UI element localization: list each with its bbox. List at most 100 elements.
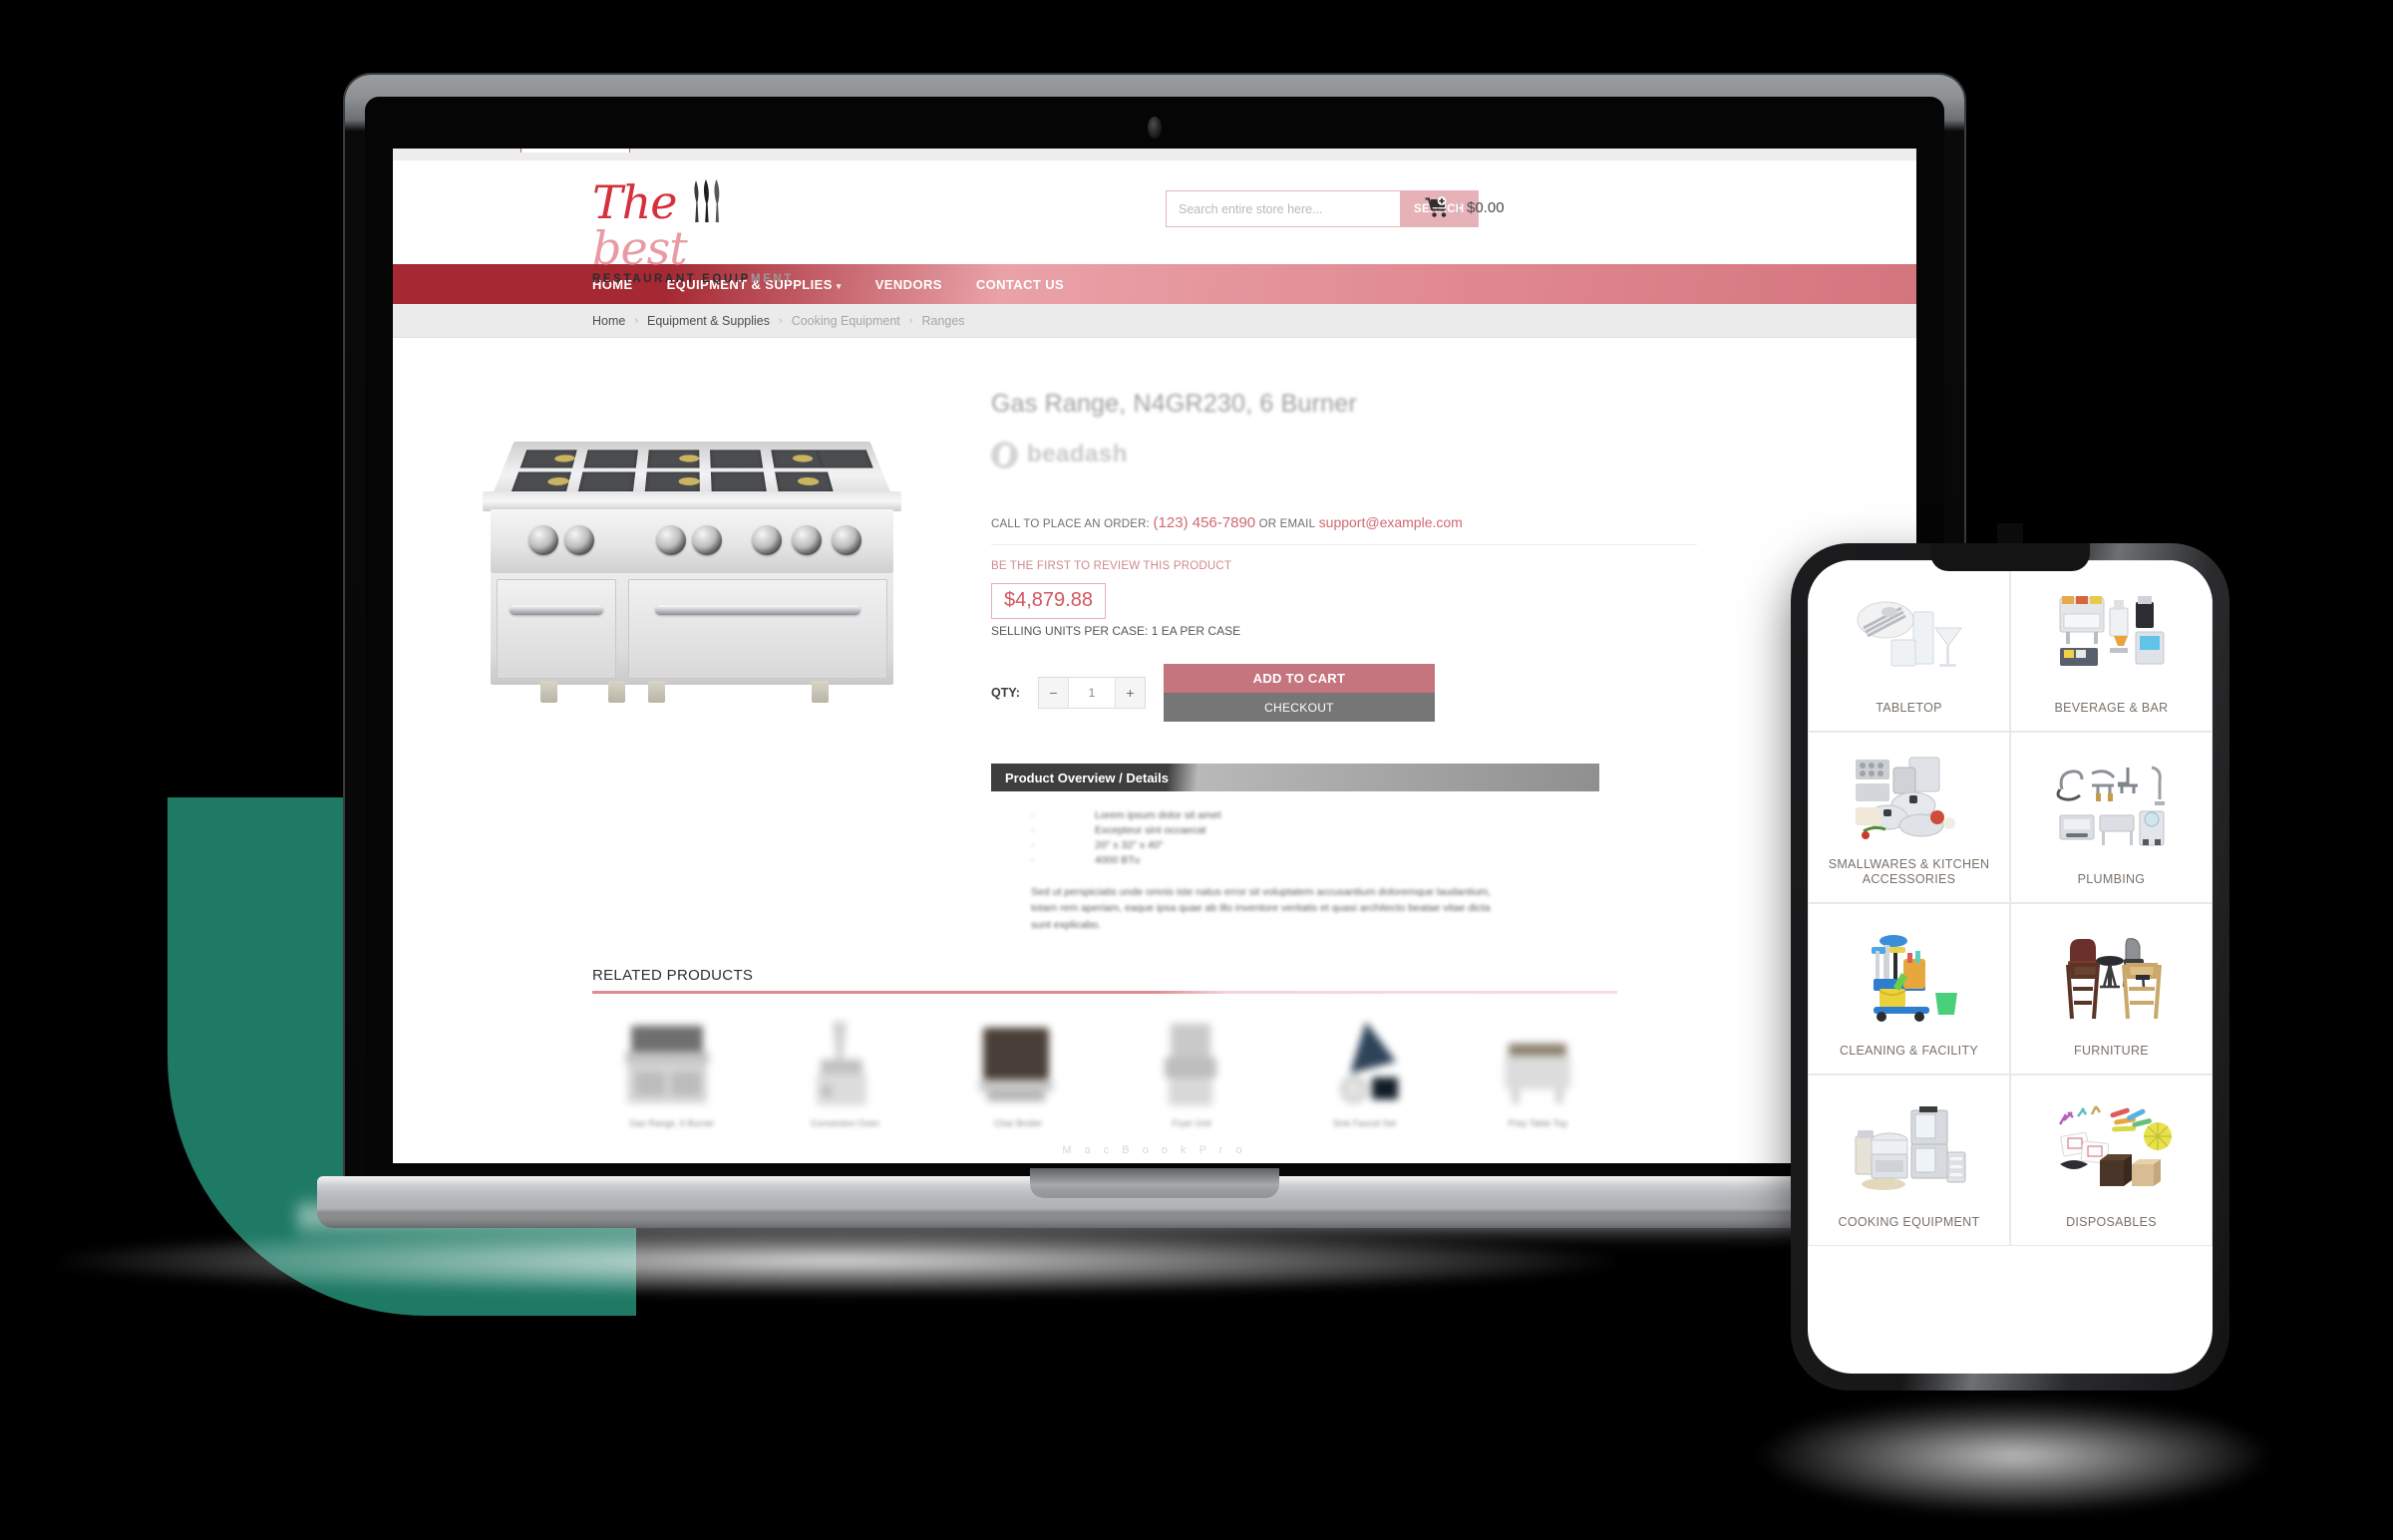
range-leg	[608, 681, 625, 703]
category-label: CLEANING & FACILITY	[1839, 1044, 1979, 1059]
breadcrumb-item-cooking-equipment[interactable]: Cooking Equipment	[792, 314, 900, 328]
related-product-thumbnail	[938, 1014, 1098, 1109]
related-products-section: RELATED PRODUCTS Gas Range, 6 Burner Con…	[592, 967, 1617, 1128]
mockup-stage: The best RESTAURANT EQUIPMENT Search ent…	[0, 0, 2393, 1540]
breadcrumb-item-equipment-supplies[interactable]: Equipment & Supplies	[647, 314, 770, 328]
write-review-link[interactable]: BE THE FIRST TO REVIEW THIS PRODUCT	[991, 560, 1697, 572]
phone-notch	[1930, 543, 2090, 571]
checkout-button[interactable]: CHECKOUT	[1163, 693, 1435, 722]
gas-burner	[678, 477, 700, 485]
beverage-bar-icon	[2019, 571, 2204, 701]
section-divider	[592, 990, 1617, 994]
burner-grate	[577, 471, 636, 492]
related-product-thumbnail	[1285, 1014, 1445, 1109]
product-overview-heading: Product Overview / Details	[1005, 770, 1170, 785]
oven-handle	[654, 605, 861, 616]
call-mid-label: OR EMAIL	[1258, 518, 1316, 530]
related-product-label: Fryer Unit	[1172, 1117, 1211, 1128]
category-cell-plumbing[interactable]: PLUMBING	[2010, 732, 2213, 903]
add-to-cart-button[interactable]: ADD TO CART	[1163, 664, 1435, 693]
related-product-thumbnail	[592, 1014, 752, 1109]
laptop-screen: The best RESTAURANT EQUIPMENT Search ent…	[393, 149, 1916, 1163]
range-control-panel	[491, 509, 893, 573]
cta-button-group: ADD TO CART CHECKOUT	[1163, 664, 1435, 722]
burner-grate	[583, 450, 638, 468]
call-prefix-label: CALL TO PLACE AN ORDER:	[991, 518, 1151, 530]
product-image-column	[393, 390, 991, 933]
related-product-label: Sink Faucet Set	[1332, 1117, 1397, 1128]
logo-best-text: best	[592, 221, 688, 275]
gas-range-product-image[interactable]	[483, 414, 901, 713]
laptop-lid: The best RESTAURANT EQUIPMENT Search ent…	[345, 75, 1964, 1201]
shopping-cart-plus-icon[interactable]	[1425, 196, 1451, 218]
category-cell-furniture[interactable]: FURNITURE	[2010, 903, 2213, 1075]
oven-door-right	[628, 579, 887, 679]
laptop-bezel: The best RESTAURANT EQUIPMENT Search ent…	[365, 97, 1944, 1185]
product-price: $4,879.88	[991, 583, 1106, 619]
order-phone-link[interactable]: (123) 456-7890	[1154, 514, 1256, 531]
tabletop-icon	[1817, 571, 2001, 701]
related-product-label: Convection Oven	[810, 1117, 880, 1128]
category-label: SMALLWARES & KITCHEN ACCESSORIES	[1828, 856, 1990, 887]
related-product-card[interactable]: Fryer Unit	[1112, 1014, 1271, 1128]
breadcrumb-item-ranges: Ranges	[921, 313, 965, 328]
nav-label: VENDORS	[874, 276, 942, 292]
site-logo[interactable]: The best RESTAURANT EQUIPMENT	[592, 176, 832, 285]
burner-grate	[710, 471, 767, 492]
quantity-increment-button[interactable]: +	[1114, 678, 1145, 708]
breadcrumb-item-home[interactable]: Home	[592, 314, 625, 328]
category-label: FURNITURE	[2074, 1044, 2149, 1059]
related-product-label: Char Broiler	[994, 1117, 1043, 1128]
browser-tab[interactable]	[520, 149, 630, 153]
laptop-mockup: The best RESTAURANT EQUIPMENT Search ent…	[297, 75, 2012, 1251]
quantity-label: QTY:	[991, 686, 1020, 700]
related-products-grid: Gas Range, 6 Burner Convection Oven Char…	[592, 1014, 1617, 1128]
category-cell-smallwares[interactable]: SMALLWARES & KITCHEN ACCESSORIES	[1808, 732, 2010, 903]
oven-door-left	[497, 579, 616, 679]
category-cell-disposables[interactable]: DISPOSABLES	[2010, 1075, 2213, 1246]
related-product-card[interactable]: Sink Faucet Set	[1285, 1014, 1445, 1128]
category-label: BEVERAGE & BAR	[2054, 701, 2169, 716]
product-brand-logo: beadash	[991, 441, 1697, 468]
category-cell-cooking-equipment[interactable]: COOKING EQUIPMENT	[1808, 1075, 2010, 1246]
category-cell-tabletop[interactable]: TABLETOP	[1808, 560, 2010, 732]
related-product-label: Prep Table Top	[1508, 1117, 1568, 1128]
product-overview-header: Product Overview / Details	[991, 764, 1599, 791]
related-products-heading: RELATED PRODUCTS	[592, 966, 754, 984]
control-knob	[564, 525, 594, 555]
quantity-input[interactable]	[1068, 678, 1115, 708]
nav-item-contact-us[interactable]: CONTACT US	[976, 277, 1064, 292]
laptop-base-notch	[1030, 1168, 1279, 1198]
search-input[interactable]	[1166, 190, 1400, 227]
related-product-thumbnail	[1458, 1014, 1617, 1109]
product-info-column: Gas Range, N4GR230, 6 Burner beadash CAL…	[991, 390, 1916, 933]
logo-tagline-grey: MENT	[750, 273, 794, 285]
cutlery-icon	[690, 176, 724, 224]
related-product-card[interactable]: Convection Oven	[766, 1014, 925, 1128]
breadcrumb: Home › Equipment & Supplies › Cooking Eq…	[393, 304, 1916, 338]
overview-paragraph: Sed ut perspiciatis unde omnis iste natu…	[1031, 886, 1492, 931]
quantity-decrement-button[interactable]: −	[1038, 678, 1069, 708]
cooking-equipment-icon	[1817, 1085, 2001, 1215]
chevron-down-icon: ▾	[836, 280, 842, 291]
product-detail-section: Gas Range, N4GR230, 6 Burner beadash CAL…	[393, 338, 1916, 933]
plumbing-icon	[2019, 743, 2204, 872]
disposables-icon	[2019, 1085, 2204, 1215]
list-item: Lorem ipsum dolor sit amet	[1031, 809, 1599, 821]
related-product-card[interactable]: Char Broiler	[938, 1014, 1098, 1128]
furniture-icon	[2019, 914, 2204, 1044]
category-cell-beverage-bar[interactable]: BEVERAGE & BAR	[2010, 560, 2213, 732]
phone-mockup: TABLETOP BEVERAGE & BAR SMALLWARES & KIT…	[1791, 523, 2229, 1390]
cart-summary[interactable]: $0.00	[1425, 196, 1505, 218]
phone-screen: TABLETOP BEVERAGE & BAR SMALLWARES & KIT…	[1808, 560, 2213, 1374]
category-cell-cleaning-facility[interactable]: CLEANING & FACILITY	[1808, 903, 2010, 1075]
nav-item-vendors[interactable]: VENDORS	[875, 277, 942, 292]
related-product-thumbnail	[1112, 1014, 1271, 1109]
order-email-link[interactable]: support@example.com	[1319, 514, 1463, 530]
nav-label: CONTACT US	[975, 276, 1065, 292]
related-product-card[interactable]: Prep Table Top	[1458, 1014, 1617, 1128]
related-product-card[interactable]: Gas Range, 6 Burner	[592, 1014, 752, 1128]
order-contact-line: CALL TO PLACE AN ORDER: (123) 456-7890 O…	[991, 514, 1697, 545]
range-leg	[812, 681, 829, 703]
beadash-circle-icon	[991, 441, 1018, 468]
